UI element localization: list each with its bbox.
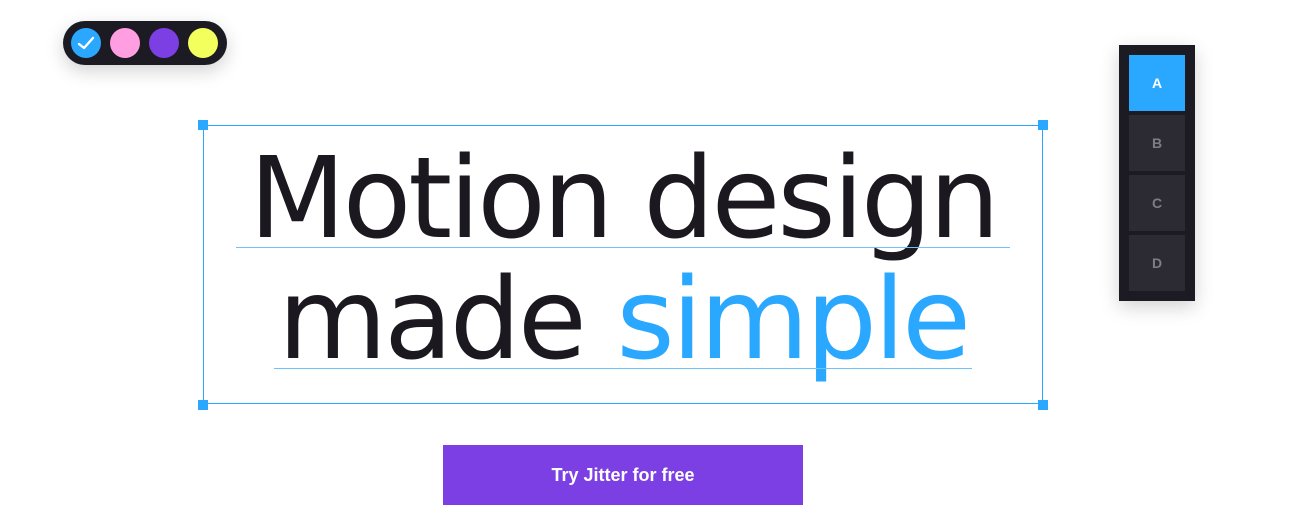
headline-accent-word: simple <box>616 255 971 385</box>
variant-c-button[interactable]: C <box>1129 175 1185 231</box>
headline-line-2: made simple <box>203 264 1043 376</box>
variant-a-button[interactable]: A <box>1129 55 1185 111</box>
resize-handle-bottom-right[interactable] <box>1038 400 1048 410</box>
variant-b-button[interactable]: B <box>1129 115 1185 171</box>
baseline-guide-1 <box>236 247 1010 248</box>
variant-d-button[interactable]: D <box>1129 235 1185 291</box>
headline-line-1: Motion design <box>249 134 1000 264</box>
resize-handle-top-right[interactable] <box>1038 120 1048 130</box>
resize-handle-top-left[interactable] <box>198 120 208 130</box>
headline-prefix: made <box>277 255 617 385</box>
check-icon <box>77 36 95 50</box>
baseline-guide-2 <box>274 368 972 369</box>
resize-handle-bottom-left[interactable] <box>198 400 208 410</box>
try-jitter-button[interactable]: Try Jitter for free <box>443 445 803 505</box>
swatch-purple[interactable] <box>149 28 179 58</box>
swatch-blue[interactable] <box>71 28 101 58</box>
variant-panel: A B C D <box>1119 45 1195 301</box>
swatch-yellow[interactable] <box>188 28 218 58</box>
color-palette <box>63 21 227 65</box>
swatch-pink[interactable] <box>110 28 140 58</box>
